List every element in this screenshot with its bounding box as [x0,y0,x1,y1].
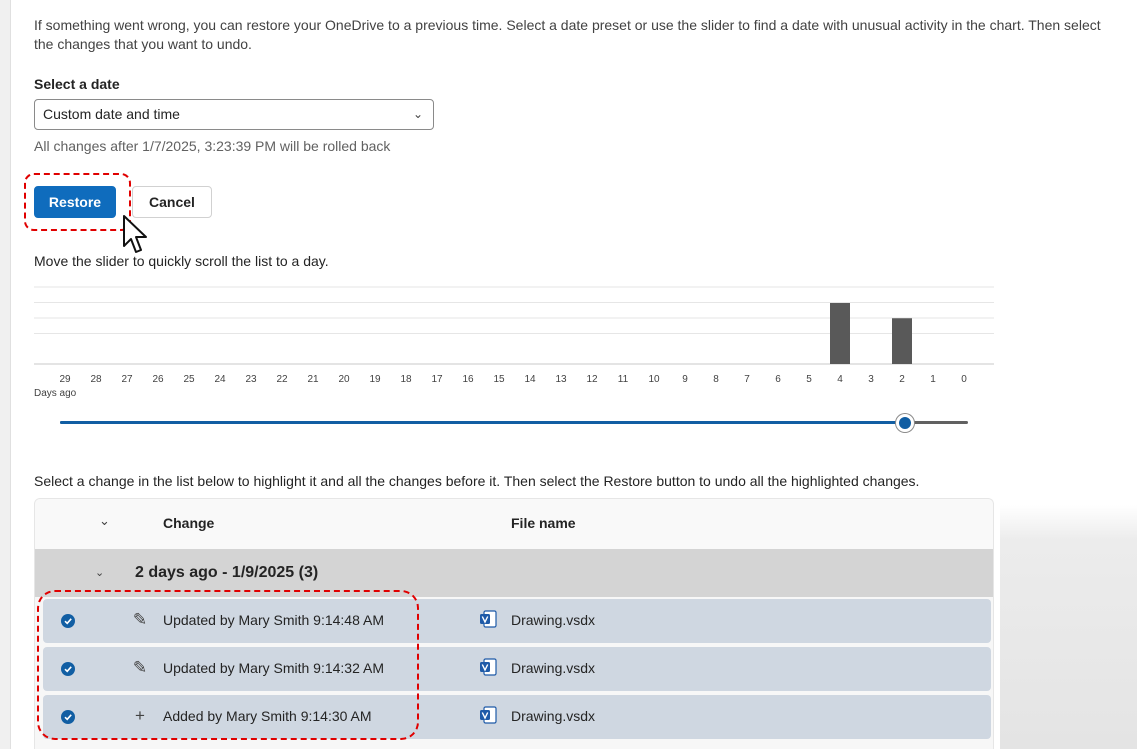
chart-tick-label: 6 [775,374,781,385]
file-name: Drawing.vsdx [511,612,596,628]
visio-file-icon [480,706,497,724]
chart-tick-label: 8 [713,374,719,385]
file-name: Drawing.vsdx [511,708,596,724]
group-title: 2 days ago - 1/9/2025 (3) [135,564,319,581]
change-description: Updated by Mary Smith 9:14:32 AM [163,660,384,676]
change-description: Added by Mary Smith 9:14:30 AM [163,708,372,724]
mouse-pointer-icon [123,215,147,253]
selected-check-icon[interactable] [61,710,75,724]
chart-tick-label: 17 [431,374,443,385]
group-chevron-down-icon[interactable]: ⌄ [95,566,104,579]
slider-hint: Move the slider to quickly scroll the li… [34,253,329,269]
intro-text: If something went wrong, you can restore… [34,17,1101,52]
chart-tick-label: 24 [214,374,226,385]
column-header-file-name[interactable]: File name [511,515,576,531]
chart-tick-label: 18 [400,374,412,385]
date-preset-value: Custom date and time [43,106,180,122]
chart-tick-label: 5 [806,374,812,385]
chart-tick-label: 12 [586,374,598,385]
chart-tick-label: 21 [307,374,319,385]
background-fade [1000,0,1137,749]
change-description: Updated by Mary Smith 9:14:48 AM [163,612,384,628]
selected-check-icon[interactable] [61,614,75,628]
chart-tick-label: 15 [493,374,505,385]
select-date-label: Select a date [34,76,120,92]
chart-tick-label: 2 [899,374,905,385]
chart-tick-label: 3 [868,374,874,385]
chart-tick-label: 0 [961,374,967,385]
collapse-all-chevron-icon[interactable]: ⌄ [99,513,110,529]
window-left-edge [0,0,11,749]
day-slider-thumb[interactable] [896,414,914,432]
table-row[interactable]: + Added by Mary Smith 9:14:30 AM Drawing… [43,695,991,739]
chart-tick-label: 23 [245,374,257,385]
chart-tick-label: 14 [524,374,536,385]
activity-chart: 29 28 27 26 25 24 23 22 21 20 19 18 17 16 15 14 13 12 11 10… [34,286,994,399]
rollback-note: All changes after 1/7/2025, 3:23:39 PM w… [34,138,391,154]
plus-icon: + [135,706,145,725]
date-preset-dropdown[interactable]: Custom date and time ⌄ [34,99,434,130]
visio-file-icon [480,658,497,676]
chart-tick-label: 4 [837,374,843,385]
changes-table: ⌄ Change File name ⌄ 2 days ago - 1/9/20… [34,498,994,749]
chart-tick-label: 27 [121,374,133,385]
chart-tick-label: 9 [682,374,688,385]
chart-x-axis-label: Days ago [34,388,77,399]
chart-tick-label: 20 [338,374,350,385]
restore-button[interactable]: Restore [34,186,116,218]
visio-file-icon [480,610,497,628]
column-header-change[interactable]: Change [163,515,214,531]
chart-bar[interactable] [830,303,850,364]
file-name: Drawing.vsdx [511,660,596,676]
day-slider-fill [60,421,905,424]
table-row[interactable]: ✎ Updated by Mary Smith 9:14:48 AM Drawi… [43,599,991,643]
list-hint: Select a change in the list below to hig… [34,473,920,489]
group-header[interactable]: ⌄ 2 days ago - 1/9/2025 (3) [35,549,993,597]
chart-tick-label: 1 [930,374,936,385]
table-header: ⌄ Change File name [35,499,993,549]
chart-tick-label: 25 [183,374,195,385]
chart-tick-label: 19 [369,374,381,385]
pencil-icon: ✎ [132,658,148,677]
pencil-icon: ✎ [132,610,148,629]
chart-tick-label: 28 [90,374,102,385]
chart-tick-label: 29 [59,374,71,385]
chart-tick-label: 10 [648,374,660,385]
chart-tick-label: 22 [276,374,288,385]
chart-tick-label: 11 [618,374,629,385]
chevron-down-icon: ⌄ [412,107,423,121]
chart-tick-label: 26 [152,374,164,385]
chart-tick-label: 13 [555,374,567,385]
table-row[interactable]: ✎ Updated by Mary Smith 9:14:32 AM Drawi… [43,647,991,691]
chart-bar[interactable] [892,318,912,364]
selected-check-icon[interactable] [61,662,75,676]
chart-tick-label: 7 [744,374,750,385]
chart-tick-label: 16 [462,374,474,385]
